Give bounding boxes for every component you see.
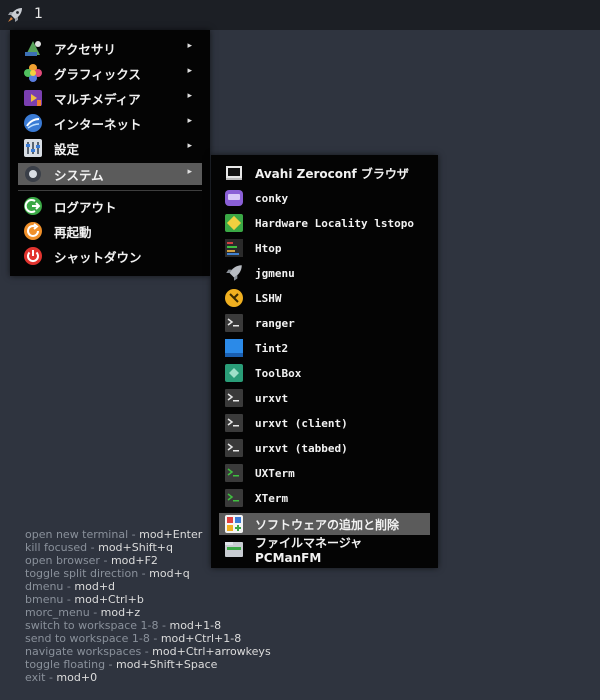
menu-item-accessories[interactable]: アクセサリ ▸	[18, 37, 202, 59]
internet-icon	[24, 114, 42, 132]
system-submenu: Avahi Zeroconf ブラウザ conky Hardware Local…	[211, 155, 438, 568]
xterm-icon	[225, 464, 243, 482]
help-row: exit - mod+0	[25, 671, 98, 684]
workspace-indicator[interactable]: 1	[34, 6, 43, 22]
help-row: toggle split direction - mod+q	[25, 567, 190, 580]
menu-item-label: システム	[54, 167, 104, 183]
conky-icon	[225, 190, 243, 206]
menu-item-label: シャットダウン	[54, 249, 142, 265]
terminal-icon	[225, 414, 243, 432]
submenu-item-label: ranger	[255, 316, 295, 330]
submenu-item-label: Tint2	[255, 341, 289, 355]
submenu-item-avahi[interactable]: Avahi Zeroconf ブラウザ	[219, 162, 430, 184]
submenu-item-urxvt[interactable]: urxvt	[219, 387, 430, 409]
system-icon	[25, 166, 41, 182]
menu-item-label: ログアウト	[54, 199, 117, 215]
terminal-icon	[225, 314, 243, 332]
menu-item-multimedia[interactable]: マルチメディア ▸	[18, 87, 202, 109]
submenu-item-label: XTerm	[255, 491, 289, 505]
submenu-item-ranger[interactable]: ranger	[219, 312, 430, 334]
menu-separator	[18, 190, 202, 191]
menu-item-label: 設定	[54, 141, 80, 157]
help-row: navigate workspaces - mod+Ctrl+arrowkeys	[25, 645, 271, 658]
submenu-arrow-icon: ▸	[187, 41, 192, 51]
submenu-arrow-icon: ▸	[187, 91, 192, 101]
help-row: kill focused - mod+Shift+q	[25, 541, 173, 554]
submenu-item-urxvt-tabbed[interactable]: urxvt (tabbed)	[219, 437, 430, 459]
help-row: morc_menu - mod+z	[25, 606, 141, 619]
help-row: open browser - mod+F2	[25, 554, 158, 567]
submenu-item-label: urxvt (client)	[255, 416, 348, 430]
multimedia-icon	[24, 90, 42, 106]
submenu-arrow-icon: ▸	[187, 141, 192, 151]
settings-icon	[24, 139, 42, 157]
lshw-icon	[225, 289, 243, 307]
xterm-icon	[225, 489, 243, 507]
htop-icon	[225, 239, 243, 257]
menu-item-label: アクセサリ	[54, 41, 116, 57]
menu-item-label: マルチメディア	[54, 91, 141, 107]
menu-item-label: グラフィックス	[54, 66, 141, 82]
submenu-item-label: jgmenu	[255, 266, 295, 280]
submenu-item-label: urxvt (tabbed)	[255, 441, 348, 455]
menu-item-logout[interactable]: ログアウト	[18, 195, 202, 217]
shutdown-icon	[24, 247, 42, 265]
keybinding-help: open new terminal - mod+Enter kill focus…	[25, 528, 271, 684]
submenu-item-jgmenu[interactable]: jgmenu	[219, 262, 430, 284]
menu-item-internet[interactable]: インターネット ▸	[18, 112, 202, 134]
submenu-item-label: Htop	[255, 241, 282, 255]
submenu-item-label: LSHW	[255, 291, 282, 305]
menu-item-reboot[interactable]: 再起動	[18, 220, 202, 242]
hardware-icon	[225, 214, 243, 232]
submenu-item-label: urxvt	[255, 391, 289, 405]
terminal-icon	[225, 439, 243, 457]
jgmenu-icon	[226, 265, 242, 281]
submenu-item-lshw[interactable]: LSHW	[219, 287, 430, 309]
submenu-item-lstopo[interactable]: Hardware Locality lstopo	[219, 212, 430, 234]
menu-item-label: 再起動	[54, 224, 92, 240]
top-bar: 1	[0, 0, 600, 30]
menu-item-shutdown[interactable]: シャットダウン	[18, 245, 202, 267]
submenu-item-urxvt-client[interactable]: urxvt (client)	[219, 412, 430, 434]
logout-icon	[24, 197, 42, 215]
rocket-icon[interactable]	[6, 6, 24, 24]
submenu-item-label: UXTerm	[255, 466, 295, 480]
submenu-arrow-icon: ▸	[187, 66, 192, 76]
submenu-item-toolbox[interactable]: ToolBox	[219, 362, 430, 384]
submenu-item-label: ファイルマネージャ PCManFM	[255, 535, 363, 565]
menu-item-label: インターネット	[54, 116, 142, 132]
help-row: toggle floating - mod+Shift+Space	[25, 658, 218, 671]
submenu-item-label: conky	[255, 191, 289, 205]
graphics-icon	[24, 64, 42, 82]
menu-item-settings[interactable]: 設定 ▸	[18, 137, 202, 159]
network-browser-icon	[226, 166, 242, 180]
help-row: bmenu - mod+Ctrl+b	[25, 593, 144, 606]
submenu-item-label: Avahi Zeroconf ブラウザ	[255, 166, 409, 181]
terminal-icon	[225, 389, 243, 407]
menu-item-graphics[interactable]: グラフィックス ▸	[18, 62, 202, 84]
submenu-item-tint2[interactable]: Tint2	[219, 337, 430, 359]
reboot-icon	[24, 222, 42, 240]
submenu-item-label: ToolBox	[255, 366, 302, 380]
submenu-item-htop[interactable]: Htop	[219, 237, 430, 259]
main-menu: アクセサリ ▸ グラフィックス ▸ マルチメディア ▸ インターネット ▸ 設定…	[10, 30, 210, 276]
submenu-item-xterm[interactable]: XTerm	[219, 487, 430, 509]
accessories-icon	[25, 41, 41, 56]
submenu-item-label: ソフトウェアの追加と削除	[255, 517, 400, 532]
submenu-arrow-icon: ▸	[187, 116, 192, 126]
submenu-arrow-icon: ▸	[187, 167, 192, 177]
help-row: send to workspace 1-8 - mod+Ctrl+1-8	[25, 632, 242, 645]
tint2-icon	[225, 339, 243, 357]
help-row: switch to workspace 1-8 - mod+1-8	[25, 619, 222, 632]
submenu-item-conky[interactable]: conky	[219, 187, 430, 209]
help-row: open new terminal - mod+Enter	[25, 528, 203, 541]
help-row: dmenu - mod+d	[25, 580, 116, 593]
submenu-item-label: Hardware Locality lstopo	[255, 216, 414, 230]
toolbox-icon	[225, 364, 243, 382]
submenu-item-uxterm[interactable]: UXTerm	[219, 462, 430, 484]
menu-item-system[interactable]: システム ▸	[18, 163, 202, 185]
